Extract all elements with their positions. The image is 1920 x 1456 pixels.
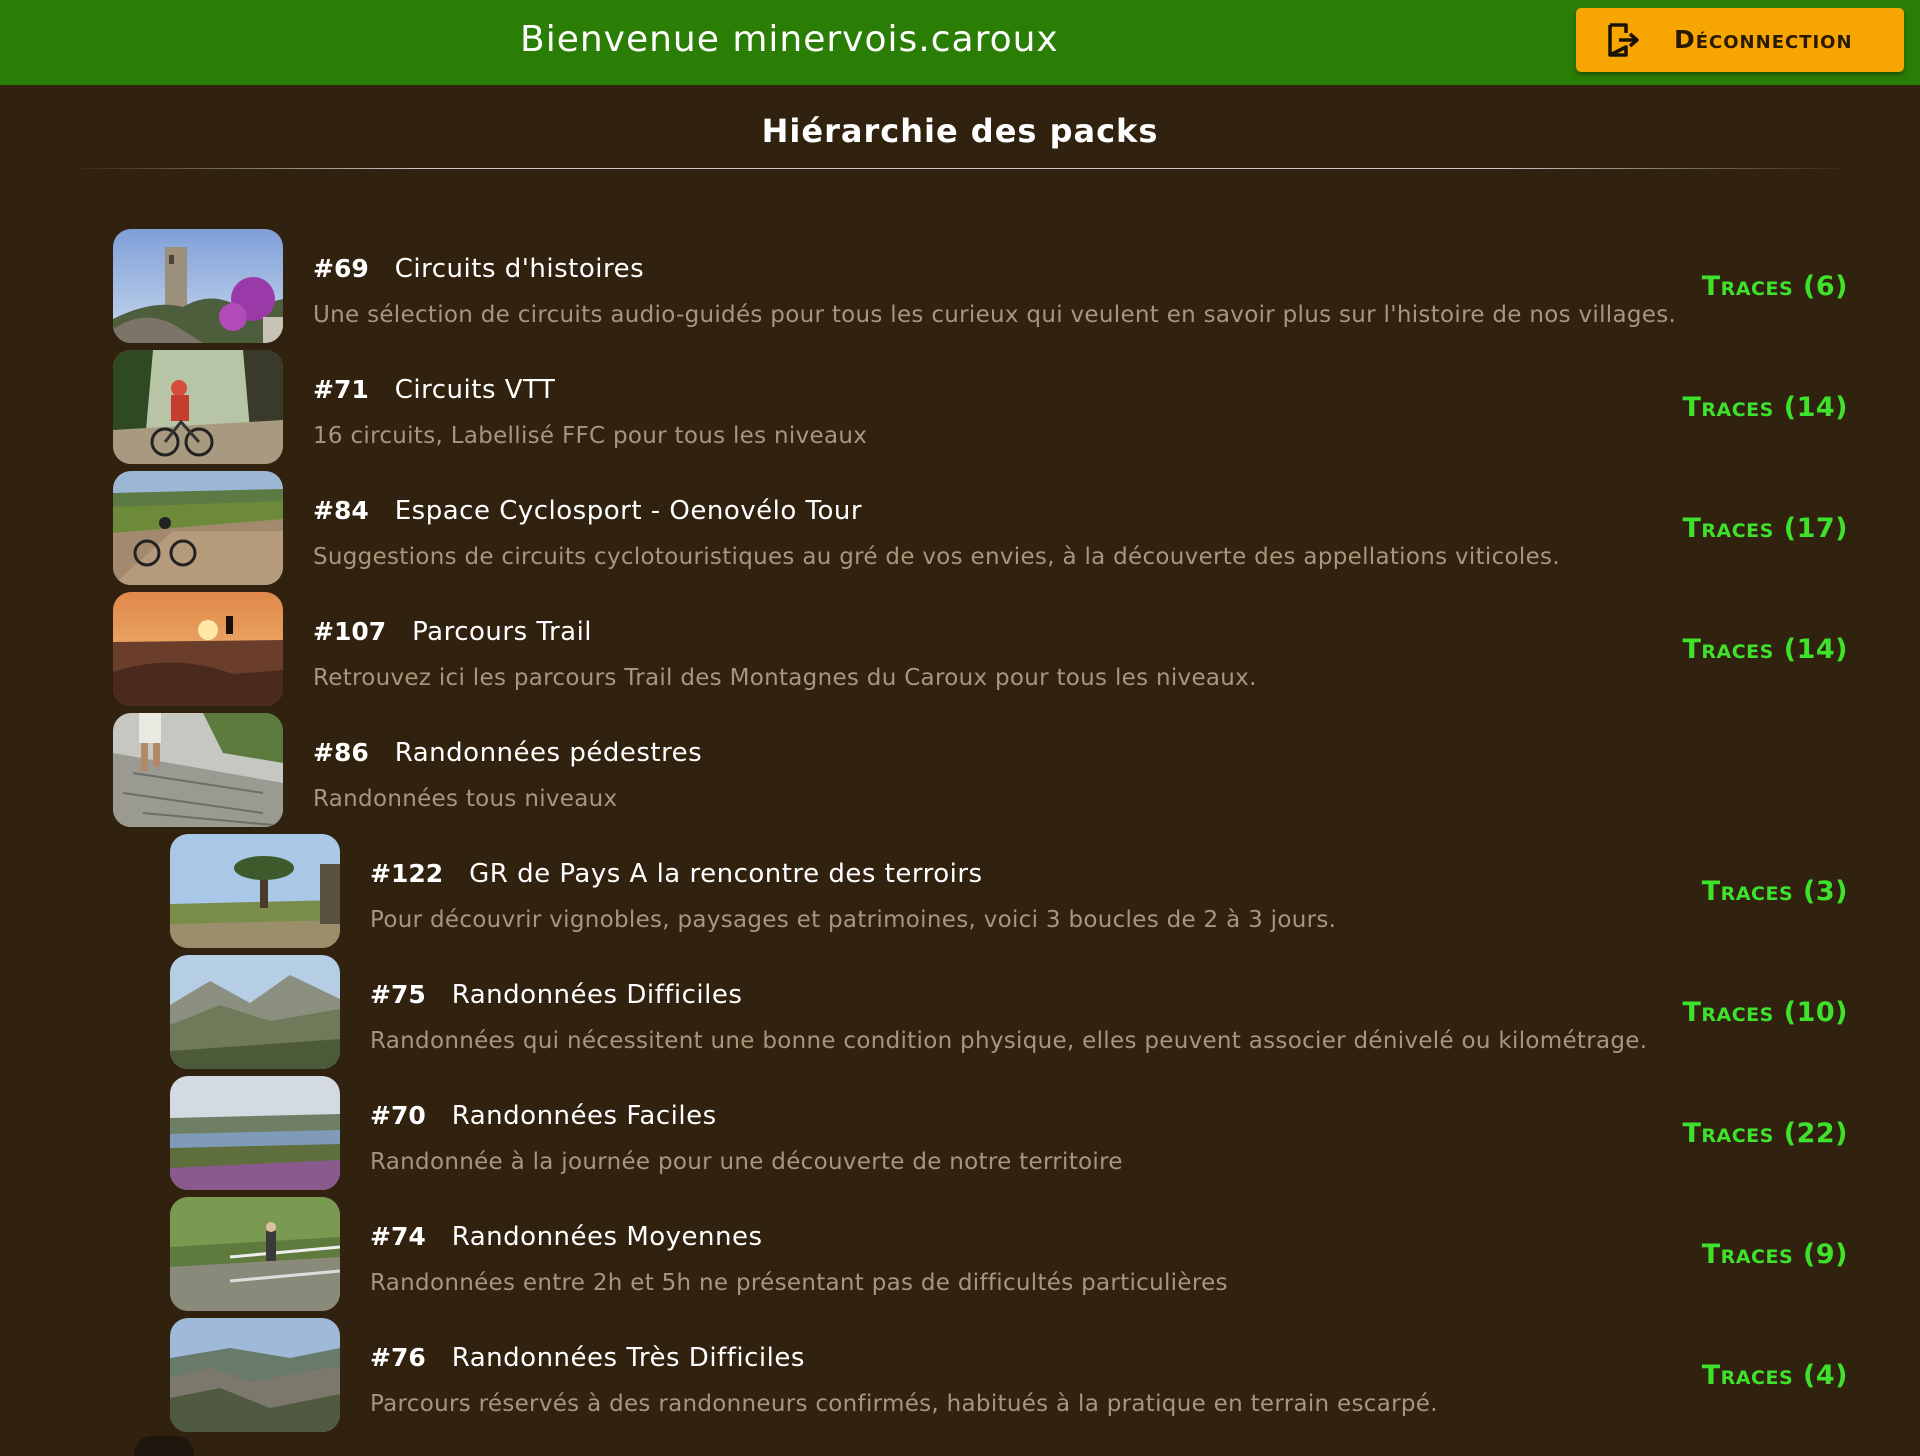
pack-thumbnail <box>113 592 283 706</box>
section-divider <box>65 168 1855 169</box>
traces-link[interactable]: Traces (4) <box>1702 1356 1848 1396</box>
pack-title: Randonnées Moyennes <box>451 1222 763 1252</box>
pack-title: Parcours Trail <box>412 617 593 647</box>
pack-item[interactable]: #70 Randonnées Faciles Randonnée à la jou… <box>0 1074 1920 1195</box>
pack-description: Pour découvrir vignobles, paysages et pa… <box>370 907 1337 933</box>
pack-id: #74 <box>370 1222 426 1251</box>
pack-title: Espace Cyclosport - Oenovélo Tour <box>394 496 863 526</box>
logout-label: Déconnection <box>1674 25 1853 54</box>
next-pack-thumbnail-edge <box>134 1436 194 1456</box>
logout-button[interactable]: Déconnection <box>1576 8 1904 72</box>
pack-title: Circuits VTT <box>394 375 556 405</box>
pack-title: Randonnées Faciles <box>451 1101 717 1131</box>
pack-description: Randonnées tous niveaux <box>313 786 618 812</box>
pack-id: #86 <box>313 738 369 767</box>
pack-id: #107 <box>313 617 387 646</box>
pack-thumbnail <box>170 1076 340 1190</box>
pack-id: #76 <box>370 1343 426 1372</box>
pack-title: GR de Pays A la rencontre des terroirs <box>469 859 983 889</box>
section-title: Hiérarchie des packs <box>761 112 1159 150</box>
traces-link[interactable]: Traces (10) <box>1682 993 1848 1033</box>
pack-item[interactable]: #76 Randonnées Très Difficiles Parcours r… <box>0 1316 1920 1437</box>
pack-item[interactable]: #71 Circuits VTT 16 circuits, Labellisé F… <box>0 348 1920 469</box>
pack-id: #75 <box>370 980 426 1009</box>
pack-description: 16 circuits, Labellisé FFC pour tous les… <box>313 423 868 449</box>
traces-link[interactable]: Traces (22) <box>1682 1114 1848 1154</box>
welcome-message: Bienvenue minervois.caroux <box>520 19 1059 60</box>
pack-description: Parcours réservés à des randonneurs conf… <box>370 1391 1438 1417</box>
pack-title: Randonnées Très Difficiles <box>451 1343 805 1373</box>
traces-link[interactable]: Traces (6) <box>1702 267 1848 307</box>
pack-item[interactable]: #74 Randonnées Moyennes Randonnées entre … <box>0 1195 1920 1316</box>
pack-thumbnail <box>170 1318 340 1432</box>
pack-thumbnail <box>113 471 283 585</box>
pack-item[interactable]: #107 Parcours Trail Retrouvez ici les par… <box>0 590 1920 711</box>
pack-item[interactable]: #69 Circuits d'histoires Une sélection de… <box>0 227 1920 348</box>
pack-description: Une sélection de circuits audio-guidés p… <box>313 302 1677 328</box>
pack-item[interactable]: #86 Randonnées pédestres Randonnées tous … <box>0 711 1920 832</box>
pack-thumbnail <box>113 229 283 343</box>
pack-description: Suggestions de circuits cyclotouristique… <box>313 544 1560 570</box>
pack-description: Randonnées entre 2h et 5h ne présentant … <box>370 1270 1228 1296</box>
pack-thumbnail <box>113 350 283 464</box>
pack-description: Randonnées qui nécessitent une bonne con… <box>370 1028 1648 1054</box>
traces-link[interactable]: Traces (14) <box>1682 388 1848 428</box>
pack-title: Circuits d'histoires <box>394 254 645 284</box>
pack-title: Randonnées pédestres <box>394 738 703 768</box>
pack-id: #69 <box>313 254 369 283</box>
pack-thumbnail <box>170 1197 340 1311</box>
pack-thumbnail <box>170 955 340 1069</box>
pack-description: Retrouvez ici les parcours Trail des Mon… <box>313 665 1257 691</box>
pack-id: #71 <box>313 375 369 404</box>
pack-item[interactable]: #122 GR de Pays A la rencontre des terroi… <box>0 832 1920 953</box>
top-bar: Bienvenue minervois.caroux Déconnection <box>0 0 1920 85</box>
pack-id: #84 <box>313 496 369 525</box>
traces-link[interactable]: Traces (3) <box>1702 872 1848 912</box>
pack-title: Randonnées Difficiles <box>451 980 743 1010</box>
pack-description: Randonnée à la journée pour une découver… <box>370 1149 1123 1175</box>
pack-id: #122 <box>370 859 444 888</box>
traces-link[interactable]: Traces (17) <box>1682 509 1848 549</box>
pack-thumbnail <box>113 713 283 827</box>
logout-icon <box>1608 23 1639 57</box>
traces-link[interactable]: Traces (9) <box>1702 1235 1848 1275</box>
pack-item[interactable]: #75 Randonnées Difficiles Randonnées qui … <box>0 953 1920 1074</box>
traces-link[interactable]: Traces (14) <box>1682 630 1848 670</box>
pack-id: #70 <box>370 1101 426 1130</box>
pack-thumbnail <box>170 834 340 948</box>
pack-item[interactable]: #84 Espace Cyclosport - Oenovélo Tour Sug… <box>0 469 1920 590</box>
